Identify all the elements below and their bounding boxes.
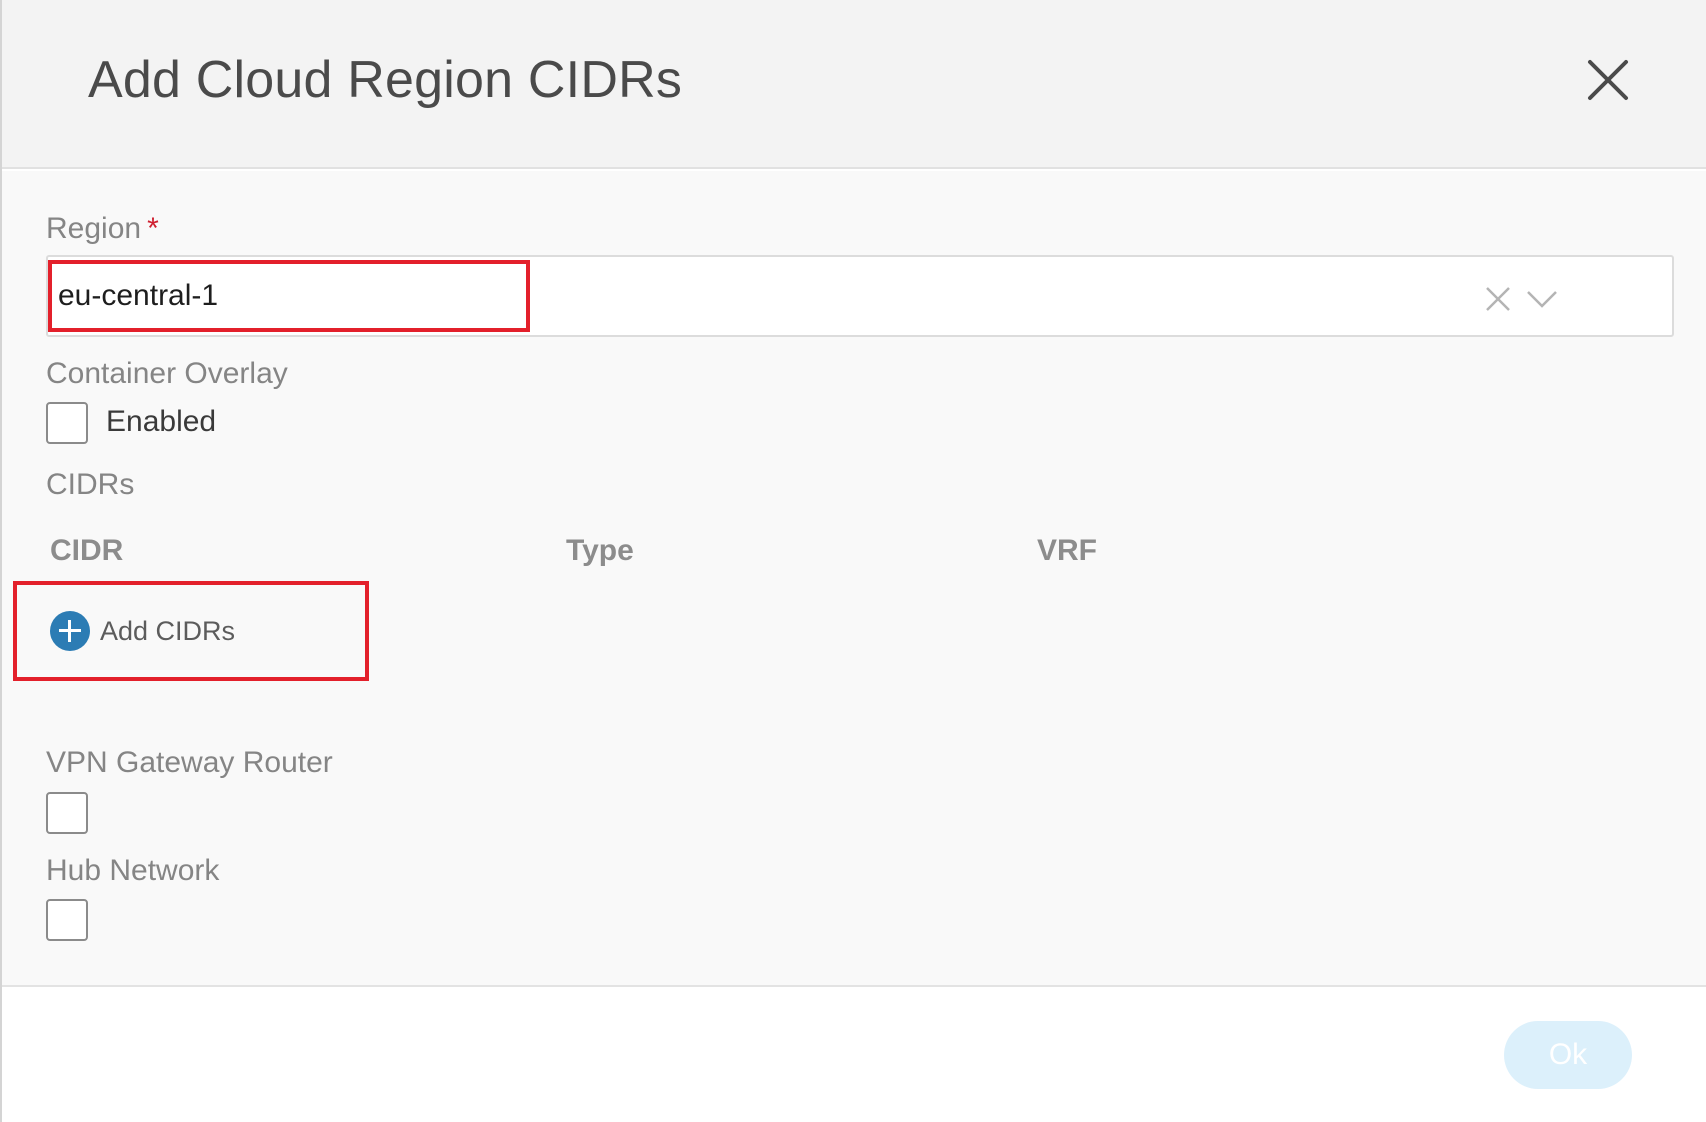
column-header-vrf: VRF xyxy=(1037,534,1097,567)
column-header-type: Type xyxy=(566,534,634,567)
region-label-text: Region xyxy=(46,212,142,245)
ok-button[interactable]: Ok xyxy=(1504,1021,1632,1089)
region-select-value: eu-central-1 xyxy=(58,279,219,312)
close-icon xyxy=(1588,60,1628,100)
chevron-down-icon xyxy=(1527,291,1557,308)
add-cidrs-label: Add CIDRs xyxy=(100,616,236,646)
vpn-gateway-router-checkbox[interactable] xyxy=(46,792,88,834)
dialog-title: Add Cloud Region CIDRs xyxy=(88,51,683,109)
container-overlay-label: Container Overlay xyxy=(46,357,288,390)
required-marker: * xyxy=(147,212,159,245)
close-button[interactable] xyxy=(1580,52,1636,108)
region-dropdown-toggle[interactable] xyxy=(1522,281,1562,317)
hub-network-checkbox[interactable] xyxy=(46,899,88,941)
region-clear-button[interactable] xyxy=(1480,281,1516,317)
column-header-cidr: CIDR xyxy=(50,534,124,567)
add-cidrs-button[interactable]: Add CIDRs xyxy=(50,611,235,651)
plus-circle-icon xyxy=(50,611,90,651)
add-cloud-region-dialog: Add Cloud Region CIDRs Region * eu-centra… xyxy=(0,0,1706,1122)
dialog-body: Region * eu-central-1 Container Overlay E… xyxy=(2,171,1706,985)
dialog-footer: Ok xyxy=(2,985,1706,1122)
hub-network-label: Hub Network xyxy=(46,854,220,887)
enabled-label: Enabled xyxy=(106,405,217,438)
clear-x-icon xyxy=(1486,287,1510,311)
vpn-gateway-router-label: VPN Gateway Router xyxy=(46,746,333,779)
region-label: Region * xyxy=(46,211,159,247)
region-select[interactable]: eu-central-1 xyxy=(46,255,1674,337)
dialog-header: Add Cloud Region CIDRs xyxy=(2,0,1706,169)
cidrs-section-label: CIDRs xyxy=(46,468,135,501)
container-overlay-checkbox[interactable] xyxy=(46,402,88,444)
